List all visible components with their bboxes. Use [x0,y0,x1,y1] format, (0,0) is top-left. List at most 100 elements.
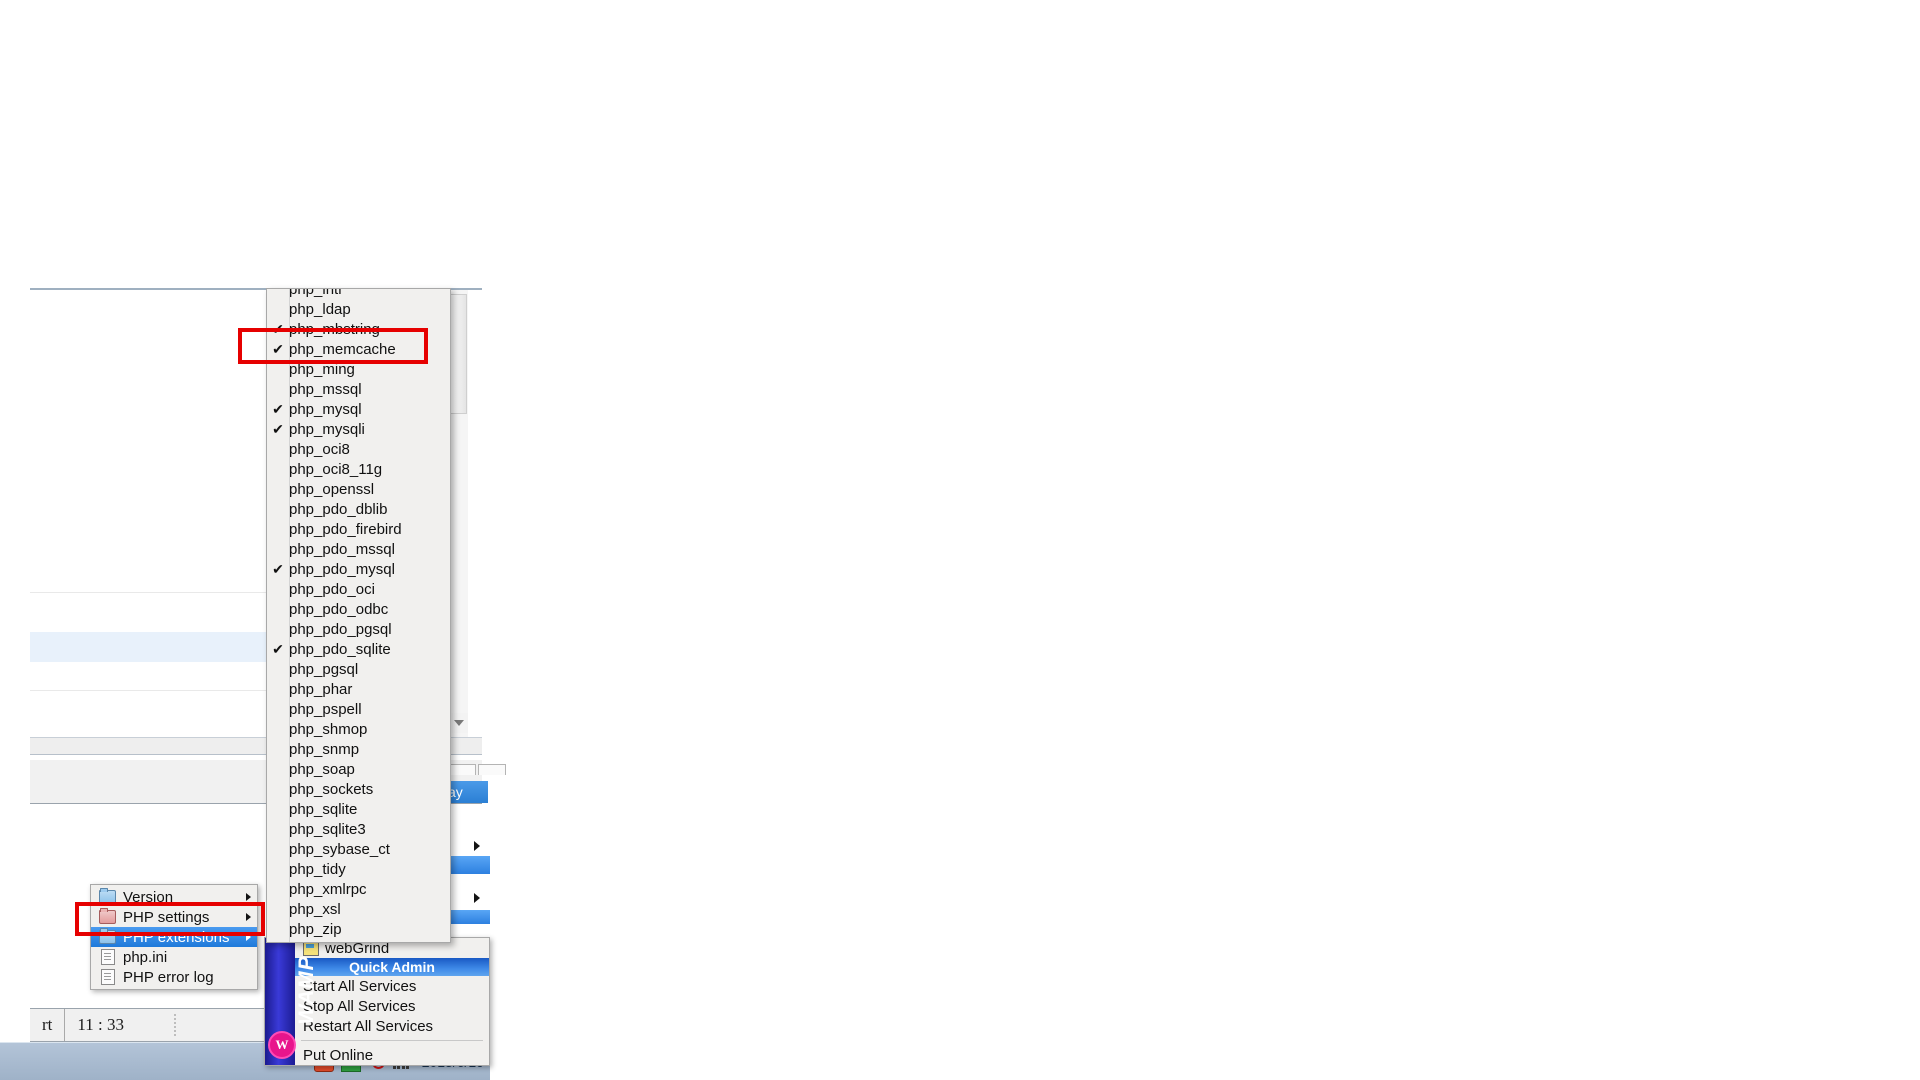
extension-item-label: php_soap [289,760,355,778]
status-label: rt [30,1009,66,1041]
status-time: 11 : 33 [77,1015,124,1034]
extension-item-php_soap[interactable]: php_soap [267,759,450,779]
php-menu-item-label: Version [123,888,174,906]
status-dotted-separator [173,1014,176,1036]
extension-item-php_phar[interactable]: php_phar [267,679,450,699]
chevron-right-icon [246,913,251,921]
checkmark-icon: ✔ [272,641,284,657]
extension-item-php_memcache[interactable]: ✔ php_memcache [267,339,450,359]
php-menu-item-php-settings[interactable]: PHP settings [91,907,257,927]
extension-item-php_sqlite3[interactable]: php_sqlite3 [267,819,450,839]
extension-item-label: php_memcache [289,340,396,358]
extension-item-php_pdo_dblib[interactable]: php_pdo_dblib [267,499,450,519]
extension-item-php_pdo_mssql[interactable]: php_pdo_mssql [267,539,450,559]
extension-item-php_xmlrpc[interactable]: php_xmlrpc [267,879,450,899]
chevron-right-icon [246,893,251,901]
extension-item-php_pdo_odbc[interactable]: php_pdo_odbc [267,599,450,619]
extension-item-label: php_openssl [289,480,375,498]
mini-tab[interactable] [478,764,506,775]
extension-item-label: php_tidy [289,860,346,878]
extension-item-php_pgsql[interactable]: php_pgsql [267,659,450,679]
php-extensions-list: php_intl php_ldap ✔ php_mbstring ✔ php_memcac… [267,288,450,939]
extension-item-php_sybase_ct[interactable]: php_sybase_ct [267,839,450,859]
php-submenu: Version PHP settings PHP extensions php.ini… [90,884,258,990]
extension-item-php_tidy[interactable]: php_tidy [267,859,450,879]
chevron-down-icon [453,720,464,726]
php-menu-item-php-ini[interactable]: php.ini [91,947,257,967]
php-menu-item-label: php.ini [123,948,168,966]
extension-item-php_mysqli[interactable]: ✔ php_mysqli [267,419,450,439]
extension-item-php_oci8_11g[interactable]: php_oci8_11g [267,459,450,479]
extension-item-php_oci8[interactable]: php_oci8 [267,439,450,459]
browser-vertical-scrollbar[interactable] [448,290,468,742]
extension-item-label: php_pdo_firebird [289,520,402,538]
extension-item-php_pdo_mysql[interactable]: ✔ php_pdo_mysql [267,559,450,579]
extension-item-label: php_pdo_mysql [289,560,395,578]
extension-item-label: php_pdo_sqlite [289,640,391,658]
extension-item-label: php_pgsql [289,660,359,678]
wamp-branding-sidebar: WAMP W [265,938,318,1065]
extension-item-label: php_pdo_mssql [289,540,395,558]
php-menu-item-label: PHP extensions [123,928,230,946]
extension-item-php_mysql[interactable]: ✔ php_mysql [267,399,450,419]
quick-admin-header: Quick Admin [295,958,489,976]
extension-item-php_ldap[interactable]: php_ldap [267,299,450,319]
extension-item-php_sockets[interactable]: php_sockets [267,779,450,799]
php-menu-item-php-error-log[interactable]: PHP error log [91,967,257,987]
extension-item-php_mbstring[interactable]: ✔ php_mbstring [267,319,450,339]
extension-item-php_shmop[interactable]: php_shmop [267,719,450,739]
extension-item-php_ming[interactable]: php_ming [267,359,450,379]
extension-item-label: php_snmp [289,740,360,758]
menu-highlight-chip[interactable] [451,910,490,924]
php-menu-item-version[interactable]: Version [91,887,257,907]
menu-item-label: Stop All Services [303,997,416,1015]
document-icon [101,969,115,985]
scrollbar-thumb[interactable] [450,294,467,414]
checkmark-icon: ✔ [272,401,284,417]
extension-item-php_pdo_pgsql[interactable]: php_pdo_pgsql [267,619,450,639]
menu-highlight-chip[interactable] [451,856,490,874]
extension-item-label: php_pdo_odbc [289,600,389,618]
extension-item-label: php_zip [289,920,342,938]
menu-item-stop-all-services[interactable]: Stop All Services [295,996,489,1016]
extension-item-label: php_pdo_oci [289,580,375,598]
scroll-down-button[interactable] [448,713,468,733]
extension-item-label: php_mbstring [289,320,380,338]
checkmark-icon: ✔ [272,421,284,437]
wamp-tray-menu: WAMP W webGrind Quick Admin Start All Se… [264,937,490,1066]
checkmark-icon: ✔ [272,321,284,337]
extension-item-php_xsl[interactable]: php_xsl [267,899,450,919]
extension-item-label: php_intl [289,288,342,298]
menu-item-start-all-services[interactable]: Start All Services [295,976,489,996]
extension-item-php_intl[interactable]: php_intl [267,288,450,299]
menu-item-restart-all-services[interactable]: Restart All Services [295,1016,489,1036]
extension-item-label: php_ming [289,360,355,378]
extension-item-label: php_sqlite [289,800,358,818]
php-menu-item-php-extensions[interactable]: PHP extensions [91,927,257,947]
php-menu-item-label: PHP settings [123,908,210,926]
extension-item-label: php_mysqli [289,420,365,438]
extension-item-php_sqlite[interactable]: php_sqlite [267,799,450,819]
wamp-menu-items: webGrind Quick Admin Start All Services … [295,938,489,1065]
php-extensions-submenu: php_intl php_ldap ✔ php_mbstring ✔ php_memcac… [266,288,451,943]
folder-icon [99,928,116,944]
extension-item-php_pspell[interactable]: php_pspell [267,699,450,719]
extension-item-label: php_shmop [289,720,368,738]
extension-item-php_pdo_oci[interactable]: php_pdo_oci [267,579,450,599]
extension-item-label: php_pdo_dblib [289,500,388,518]
folder-icon [99,888,116,904]
mini-tab[interactable] [448,764,476,775]
extension-item-php_zip[interactable]: php_zip [267,919,450,939]
extension-item-label: php_phar [289,680,353,698]
extension-item-php_mssql[interactable]: php_mssql [267,379,450,399]
extension-item-label: php_xsl [289,900,341,918]
menu-item-label: Start All Services [303,977,417,995]
extension-item-label: php_pspell [289,700,362,718]
extension-item-label: php_mysql [289,400,362,418]
extension-item-php_openssl[interactable]: php_openssl [267,479,450,499]
extension-item-php_pdo_sqlite[interactable]: ✔ php_pdo_sqlite [267,639,450,659]
extension-item-php_snmp[interactable]: php_snmp [267,739,450,759]
menu-item-put-online[interactable]: Put Online [295,1045,489,1065]
extension-item-label: php_pdo_pgsql [289,620,392,638]
extension-item-php_pdo_firebird[interactable]: php_pdo_firebird [267,519,450,539]
